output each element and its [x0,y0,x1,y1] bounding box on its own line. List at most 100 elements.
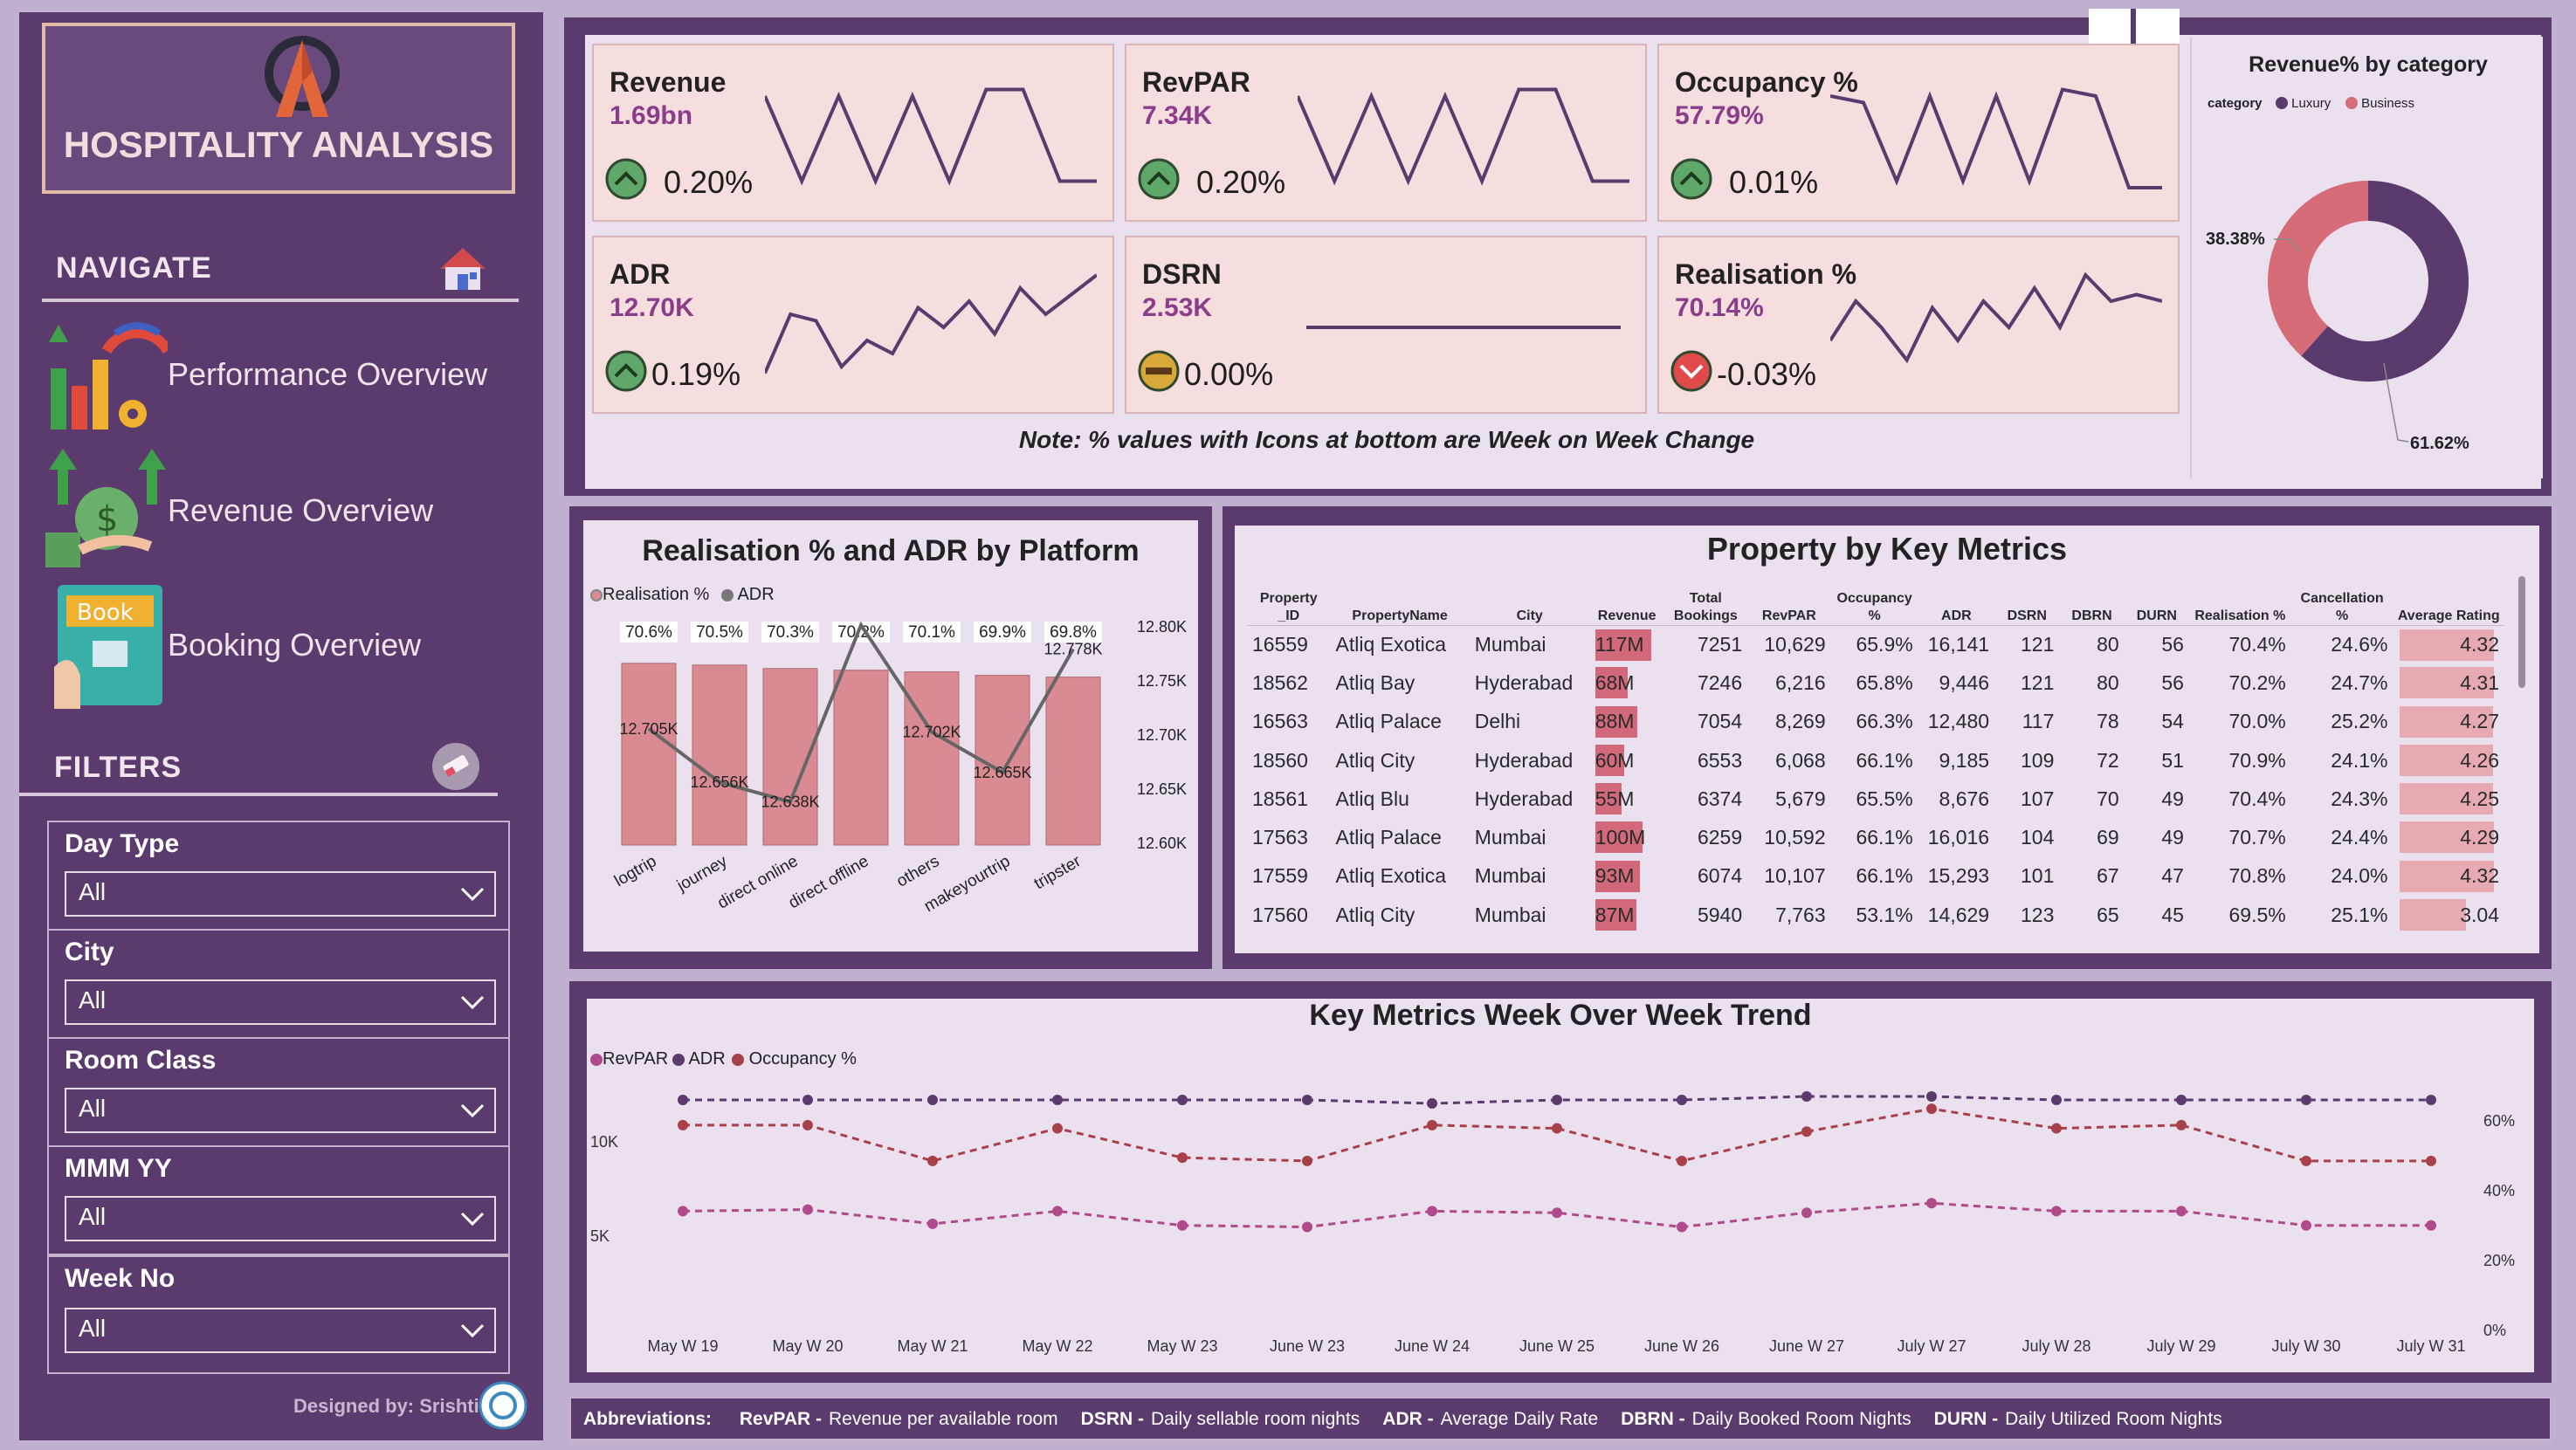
donut-label-business: 38.38% [2206,230,2265,249]
cell-text: 66.3% [1856,710,1913,733]
platform-bar[interactable] [904,671,960,846]
trend-point[interactable] [1052,1095,1063,1105]
bar-value-label: 70.3% [767,623,814,642]
trend-point[interactable] [1926,1091,1937,1102]
trend-point[interactable] [1926,1198,1937,1209]
platform-bar[interactable] [1045,677,1101,846]
trend-point[interactable] [1177,1152,1188,1164]
table-row[interactable]: 17563 Atliq Palace Mumbai 100M 6259 10,592 66.… [1247,818,2504,856]
y2-tick-label: 12.60K [1137,835,1187,852]
trend-point[interactable] [1052,1123,1063,1134]
week-no-dropdown[interactable]: All [65,1308,496,1353]
column-header[interactable]: Realisation % [2188,573,2291,626]
table-row[interactable]: 17559 Atliq Exotica Mumbai 93M 6074 10,107 66.… [1247,857,2504,896]
trend-point[interactable] [678,1119,688,1130]
trend-point[interactable] [927,1218,938,1229]
day-type-dropdown[interactable]: All [65,871,496,917]
trend-point[interactable] [1177,1220,1188,1231]
trend-point[interactable] [2301,1155,2311,1166]
cell-text: 16,016 [1927,826,1990,849]
city-dropdown[interactable]: All [65,979,496,1025]
column-header[interactable]: DURN [2124,573,2189,626]
column-header[interactable]: Revenue [1589,573,1664,626]
trend-point[interactable] [802,1119,813,1130]
cell-text: 4.25 [2460,787,2499,810]
kpi-value: 70.14% [1675,293,1764,322]
trend-point[interactable] [927,1155,938,1166]
trend-point[interactable] [1677,1155,1687,1166]
table-row[interactable]: 18561 Atliq Blu Hyderabad 55M 6374 5,679 65.5%… [1247,780,2504,818]
mmm-yy-dropdown[interactable]: All [65,1196,496,1241]
trend-point[interactable] [2426,1095,2436,1105]
cell-text: 117 [2022,710,2055,733]
trend-point[interactable] [1427,1119,1437,1130]
trend-point[interactable] [1302,1155,1312,1166]
trend-point[interactable] [1427,1206,1437,1217]
trend-point[interactable] [2051,1123,2062,1134]
trend-point[interactable] [1427,1098,1437,1109]
column-header[interactable]: Total Bookings [1663,573,1748,626]
trend-point[interactable] [1801,1126,1812,1137]
eraser-icon[interactable] [431,742,480,791]
column-header[interactable]: DBRN [2059,573,2125,626]
column-header[interactable]: Occupancy % [1830,573,1918,626]
trend-point[interactable] [1552,1095,1562,1105]
trend-point[interactable] [1552,1123,1562,1134]
table-row[interactable]: 17560 Atliq City Mumbai 87M 5940 7,763 53.1% 14… [1247,896,2504,934]
column-header[interactable]: Cancellation % [2290,573,2393,626]
trend-point[interactable] [1801,1091,1812,1102]
cell-text: Atliq Exotica [1335,864,1447,888]
trend-point[interactable] [1052,1206,1063,1217]
kpi-delta: 0.01% [1729,164,1819,200]
trend-point[interactable] [678,1206,688,1217]
trend-point[interactable] [2176,1206,2187,1217]
platform-bar[interactable] [692,664,747,846]
trend-point[interactable] [2301,1095,2311,1105]
nav-performance-overview[interactable]: Performance Overview [45,316,534,438]
trend-point[interactable] [1302,1095,1312,1105]
home-icon[interactable] [437,244,489,293]
room-class-dropdown[interactable]: All [65,1088,496,1133]
trend-point[interactable] [2176,1119,2187,1130]
column-header[interactable]: City [1469,573,1590,626]
trend-point[interactable] [2051,1095,2062,1105]
column-header[interactable]: Property _ID [1247,573,1331,626]
table-cell: 66.1% [1831,857,1918,896]
table-row[interactable]: 18560 Atliq City Hyderabad 60M 6553 6,068 66.1… [1247,741,2504,780]
trend-point[interactable] [802,1204,813,1215]
column-header[interactable]: Average Rating [2393,573,2504,626]
trend-point[interactable] [2426,1155,2436,1166]
platform-bar[interactable] [621,663,677,846]
cell-text: 66.1% [1856,826,1913,849]
trend-point[interactable] [1302,1221,1312,1233]
trend-point[interactable] [1177,1095,1188,1105]
trend-point[interactable] [2051,1206,2062,1217]
table-scrollbar[interactable] [2518,576,2525,688]
trend-point[interactable] [678,1095,688,1105]
nav-booking-overview[interactable]: Book Booking Overview [45,580,534,711]
trend-point[interactable] [802,1095,813,1105]
trend-point[interactable] [1677,1095,1687,1105]
trend-point[interactable] [2301,1220,2311,1231]
column-header[interactable]: RevPAR [1747,573,1831,626]
cell-text: 24.1% [2331,748,2388,772]
cell-text: 17560 [1252,903,1308,926]
platform-bar[interactable] [833,670,889,846]
property-table-scroll[interactable]: Property _ID PropertyName City Revenue Total… [1247,573,2504,943]
trend-point[interactable] [1677,1221,1687,1233]
cell-text: 101 [2021,864,2055,888]
trend-point[interactable] [927,1095,938,1105]
table-row[interactable]: 16559 Atliq Exotica Mumbai 117M 7251 10,629 65… [1247,625,2504,663]
trend-point[interactable] [2176,1095,2187,1105]
trend-point[interactable] [2426,1220,2436,1231]
nav-revenue-overview[interactable]: $ Revenue Overview [45,449,534,571]
trend-point[interactable] [1552,1207,1562,1219]
trend-point[interactable] [1801,1207,1812,1219]
trend-point[interactable] [1926,1103,1937,1115]
column-header[interactable]: ADR [1918,573,1995,626]
column-header[interactable]: PropertyName [1330,573,1470,626]
column-header[interactable]: DSRN [1994,573,2060,626]
donut-slice-business[interactable] [2268,181,2369,356]
table-row[interactable]: 16563 Atliq Palace Delhi 88M 7054 8,269 66.3% 1… [1247,703,2504,741]
table-row[interactable]: 18562 Atliq Bay Hyderabad 68M 7246 6,216 65.8%… [1247,663,2504,702]
